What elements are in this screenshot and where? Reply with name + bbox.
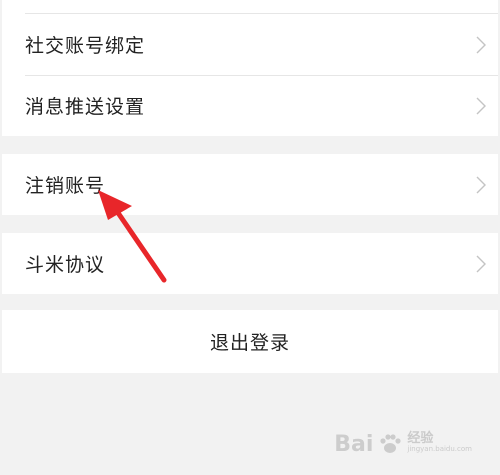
settings-item-label: 社交账号绑定 xyxy=(25,35,146,57)
watermark-brand: Bai xyxy=(334,431,374,457)
settings-group-account: 社交账号绑定 消息推送设置 xyxy=(2,14,498,136)
paw-icon xyxy=(380,434,401,453)
chevron-right-icon xyxy=(476,176,486,193)
settings-item-deactivate-account[interactable]: 注销账号 xyxy=(2,154,498,215)
settings-group-agreement: 斗米协议 xyxy=(2,233,498,294)
settings-item-social-binding[interactable]: 社交账号绑定 xyxy=(2,14,498,75)
chevron-right-icon xyxy=(476,97,486,114)
logout-button[interactable]: 退出登录 xyxy=(2,310,498,373)
baidu-jingyan-watermark: Bai 经验 jingyan.baidu.com xyxy=(334,431,472,457)
settings-group-deactivate: 注销账号 xyxy=(2,154,498,215)
chevron-right-icon xyxy=(476,36,486,53)
settings-item-push-settings[interactable]: 消息推送设置 xyxy=(2,75,498,136)
watermark-brand-suffix: 经验 xyxy=(407,431,434,446)
logout-label: 退出登录 xyxy=(209,332,290,354)
chevron-right-icon xyxy=(476,255,486,272)
settings-item-doumi-agreement[interactable]: 斗米协议 xyxy=(2,233,498,294)
annotation-arrow-icon xyxy=(98,190,167,283)
settings-item-label: 消息推送设置 xyxy=(25,96,146,118)
watermark-url: jingyan.baidu.com xyxy=(407,445,472,453)
previous-row-fragment xyxy=(2,0,498,14)
settings-screen: 社交账号绑定 消息推送设置 注销账号 斗米协议 退出登录 Bai 经验 jing… xyxy=(0,0,500,475)
watermark-sub: 经验 jingyan.baidu.com xyxy=(407,431,472,455)
